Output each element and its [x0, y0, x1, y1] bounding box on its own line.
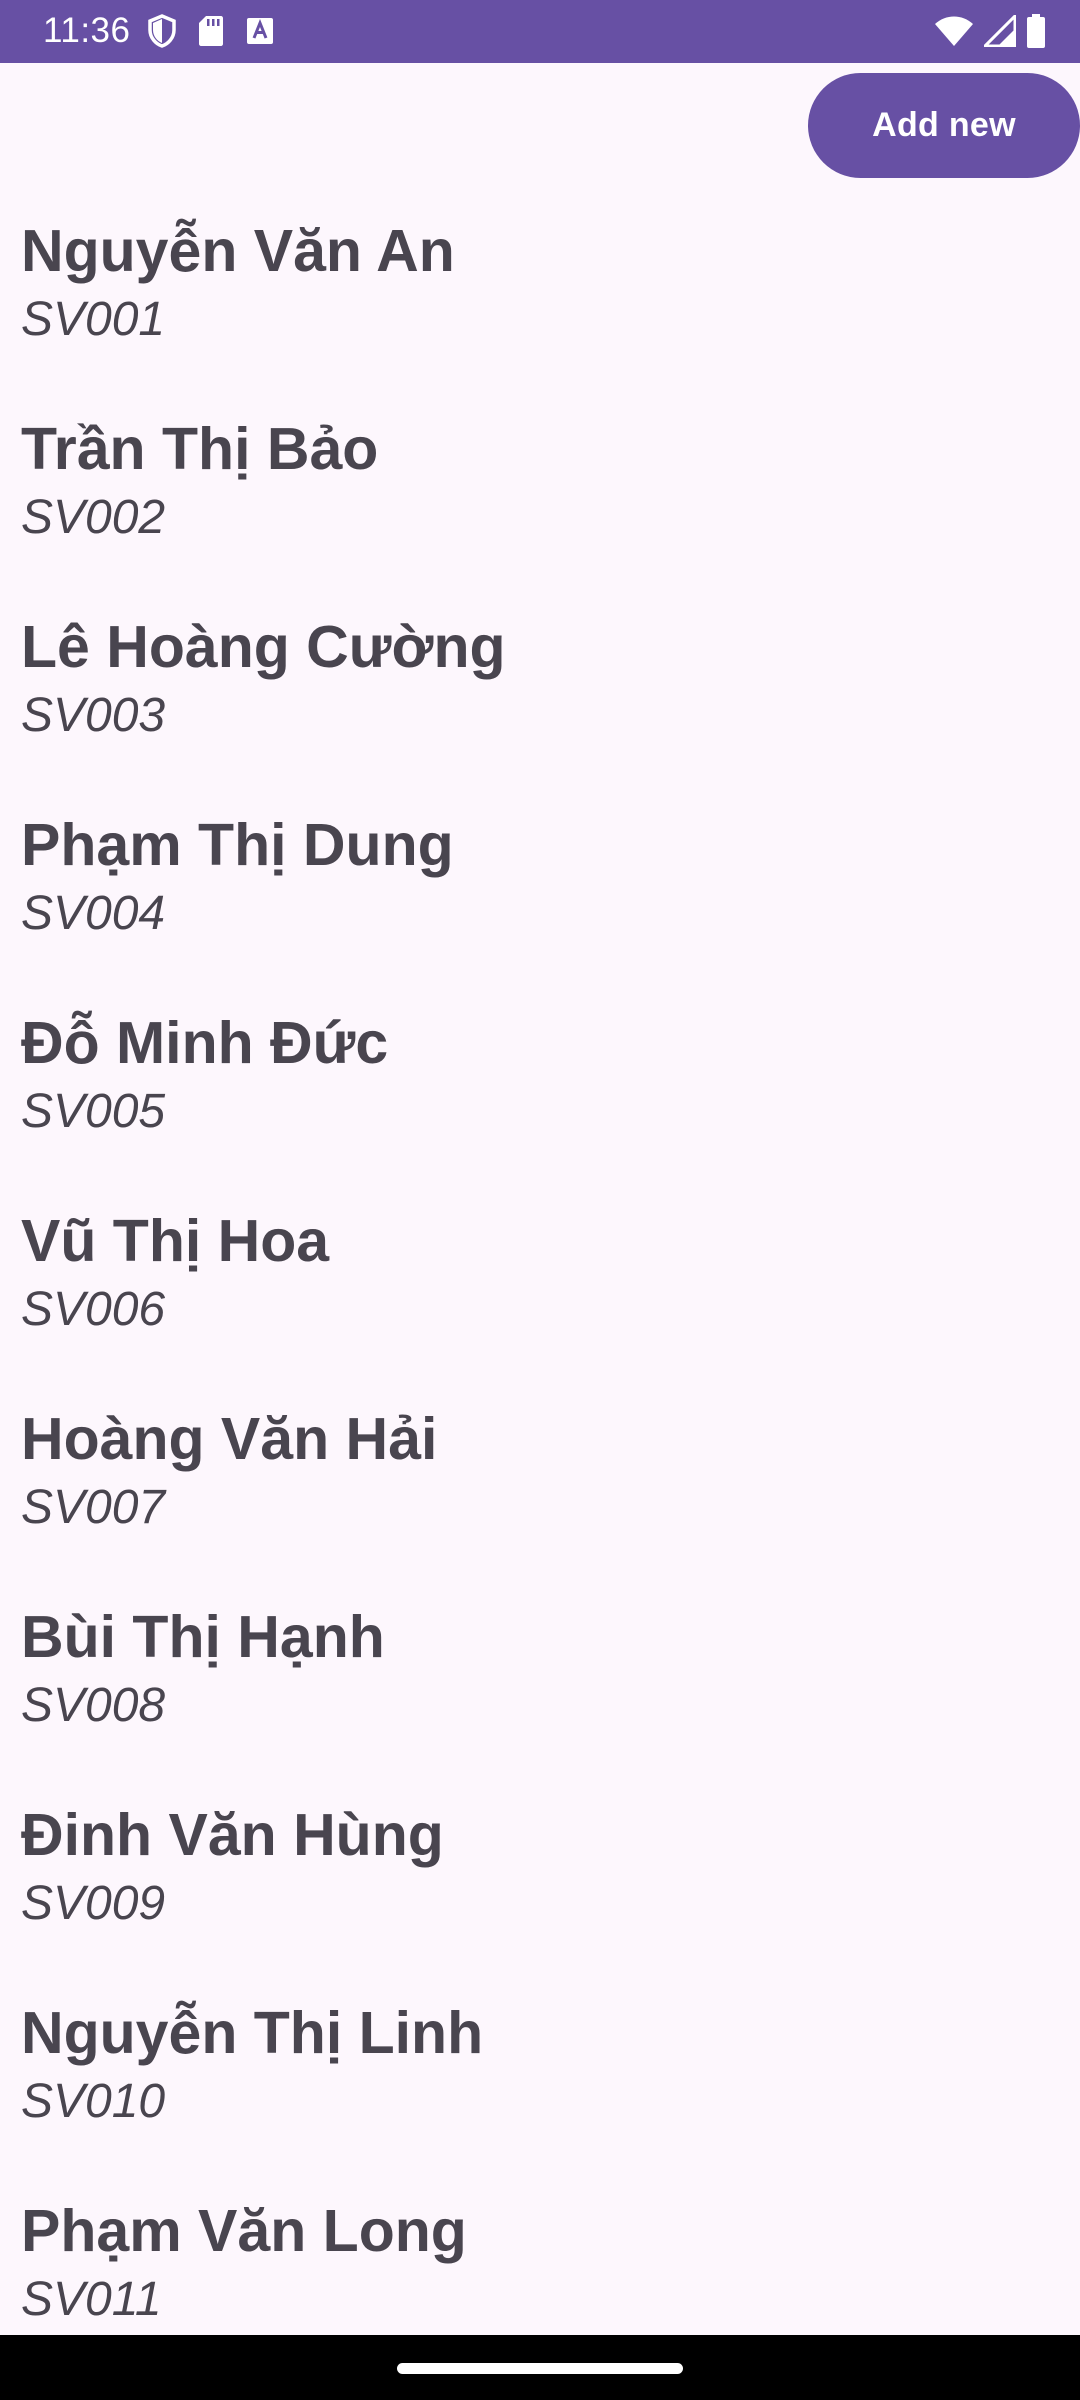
add-new-button[interactable]: Add new: [808, 73, 1080, 178]
student-id: SV003: [21, 689, 166, 742]
student-name: Lê Hoàng Cường: [21, 614, 506, 680]
list-item[interactable]: Đỗ Minh Đức SV005: [0, 1007, 1080, 1205]
status-time: 11:36: [43, 11, 131, 50]
student-name: Nguyễn Thị Linh: [21, 2000, 484, 2066]
list-item[interactable]: Nguyễn Văn An SV001: [0, 215, 1080, 413]
student-list: Nguyễn Văn An SV001 Trần Thị Bảo SV002 L…: [0, 215, 1080, 2335]
list-item[interactable]: Bùi Thị Hạnh SV008: [0, 1601, 1080, 1799]
student-id: SV001: [21, 293, 166, 346]
student-id: SV011: [21, 2273, 162, 2326]
battery-icon: [1026, 14, 1046, 48]
list-item[interactable]: Đinh Văn Hùng SV009: [0, 1799, 1080, 1997]
status-bar: 11:36: [0, 0, 1080, 63]
sd-card-icon: [198, 15, 224, 47]
student-name: Vũ Thị Hoa: [21, 1208, 330, 1274]
shield-icon: [148, 14, 176, 48]
student-name: Hoàng Văn Hải: [21, 1406, 438, 1472]
student-id: SV005: [21, 1085, 166, 1138]
navigation-bar: [0, 2335, 1080, 2400]
student-id: SV006: [21, 1283, 166, 1336]
student-id: SV002: [21, 491, 166, 544]
student-name: Trần Thị Bảo: [21, 416, 379, 482]
list-item[interactable]: Lê Hoàng Cường SV003: [0, 611, 1080, 809]
home-gesture-handle[interactable]: [397, 2363, 683, 2374]
student-name: Nguyễn Văn An: [21, 218, 455, 284]
student-id: SV008: [21, 1679, 166, 1732]
status-left-icons: [148, 14, 274, 48]
list-item[interactable]: Phạm Văn Long SV011: [0, 2195, 1080, 2335]
list-item[interactable]: Hoàng Văn Hải SV007: [0, 1403, 1080, 1601]
student-id: SV010: [21, 2075, 166, 2128]
cell-signal-icon: [984, 15, 1016, 47]
status-right-icons: [934, 14, 1046, 48]
student-name: Phạm Thị Dung: [21, 812, 454, 878]
list-item[interactable]: Trần Thị Bảo SV002: [0, 413, 1080, 611]
list-item[interactable]: Vũ Thị Hoa SV006: [0, 1205, 1080, 1403]
student-name: Đỗ Minh Đức: [21, 1010, 389, 1076]
student-id: SV004: [21, 887, 166, 940]
student-id: SV009: [21, 1877, 166, 1930]
wifi-icon: [934, 15, 974, 47]
keyboard-a-icon: [246, 17, 274, 45]
student-list-screen: Add new Nguyễn Văn An SV001 Trần Thị Bảo…: [0, 63, 1080, 2335]
list-item[interactable]: Nguyễn Thị Linh SV010: [0, 1997, 1080, 2195]
student-name: Bùi Thị Hạnh: [21, 1604, 385, 1670]
list-item[interactable]: Phạm Thị Dung SV004: [0, 809, 1080, 1007]
student-name: Phạm Văn Long: [21, 2198, 467, 2264]
student-id: SV007: [21, 1481, 166, 1534]
student-name: Đinh Văn Hùng: [21, 1802, 444, 1868]
